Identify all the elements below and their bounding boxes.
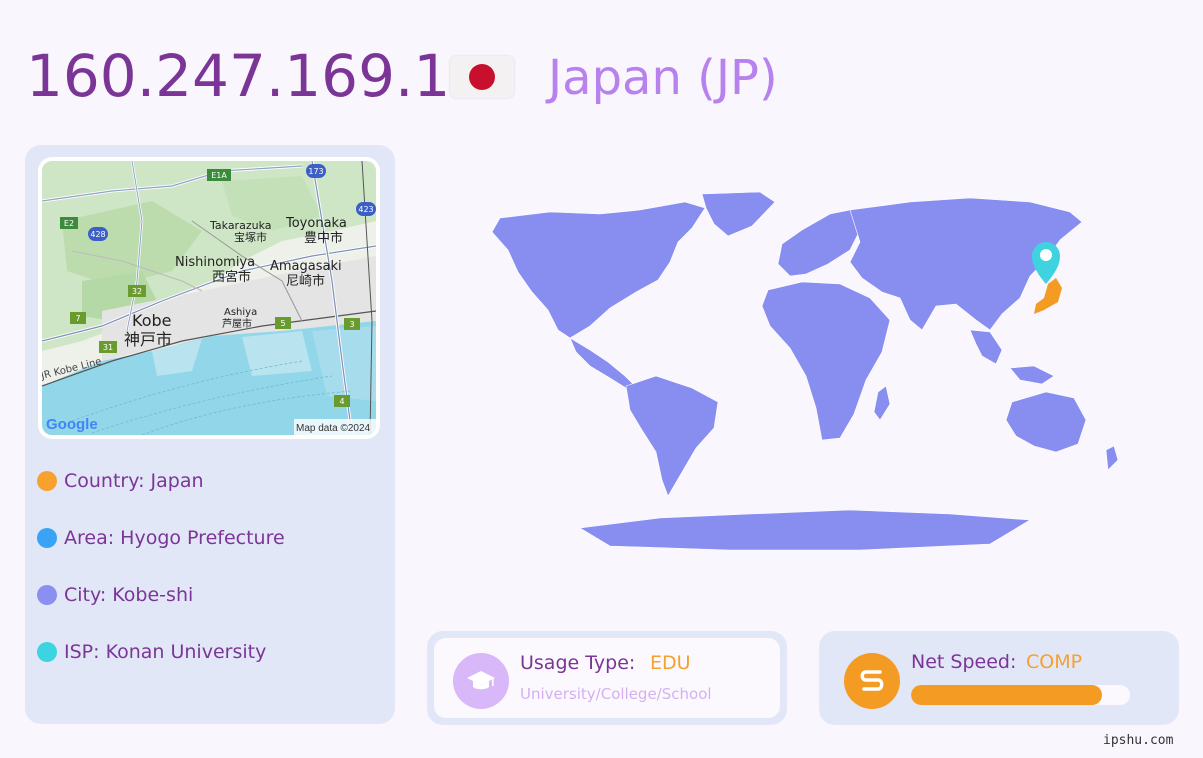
map-attribution: Map data ©2024 [296,423,371,434]
route-shield-3: 3 [349,320,354,329]
net-speed-card: Net Speed: COMP [819,631,1179,725]
net-speed-bar [911,685,1130,705]
net-speed-label: Net Speed: [911,651,1017,673]
route-shield-e1a: E1A [211,171,227,180]
map-label-ashiya: Ashiya [224,307,257,318]
map-label-amagasaki-jp: 尼崎市 [286,273,325,289]
map-label-nishinomiya-jp: 西宮市 [212,269,251,285]
map-label-kobe: Kobe [132,311,171,330]
isp-dot-icon [37,642,57,662]
world-map [430,180,1160,560]
info-country: Country: Japan [37,466,204,496]
info-country-label: Country: Japan [64,470,204,492]
map-pin-icon [1032,242,1060,284]
map-label-takarazuka-jp: 宝塚市 [234,230,267,244]
info-isp-label: ISP: Konan University [64,641,267,663]
route-shield-e2: E2 [64,219,74,228]
route-shield-31: 31 [103,343,113,352]
area-dot-icon [37,528,57,548]
net-speed-value: COMP [1026,651,1083,673]
map-label-nishinomiya: Nishinomiya [175,255,255,270]
ip-address: 160.247.169.1 [26,42,451,110]
info-area: Area: Hyogo Prefecture [37,523,285,553]
route-shield-428: 428 [90,230,105,239]
street-map[interactable]: E1A 173 E2 428 423 32 7 31 5 3 4 Takaraz… [42,161,376,435]
usage-type-value: EDU [650,652,691,674]
map-label-ashiya-jp: 芦屋市 [222,317,252,330]
usage-type-subtitle: University/College/School [520,685,712,703]
info-area-label: Area: Hyogo Prefecture [64,527,285,549]
country-title: Japan (JP) [548,50,778,106]
map-label-toyonaka: Toyonaka [285,216,347,231]
route-shield-423: 423 [358,205,373,214]
map-label-kobe-jp: 神戸市 [124,330,172,349]
route-shield-7: 7 [75,314,80,323]
japan-flag-icon [450,56,514,98]
map-label-toyonaka-jp: 豊中市 [304,230,343,246]
info-city-label: City: Kobe-shi [64,584,194,606]
map-frame: E1A 173 E2 428 423 32 7 31 5 3 4 Takaraz… [38,157,380,439]
map-label-amagasaki: Amagasaki [270,259,342,274]
route-shield-173: 173 [308,167,323,176]
city-dot-icon [37,585,57,605]
google-logo: Google [46,416,98,433]
speed-road-icon [844,653,900,709]
route-shield-5: 5 [280,319,285,328]
country-dot-icon [37,471,57,491]
site-footer[interactable]: ipshu.com [1103,733,1173,748]
net-speed-bar-fill [911,685,1102,705]
usage-type-label: Usage Type: [520,652,636,674]
usage-type-panel: Usage Type: EDU University/College/Schoo… [434,638,780,718]
info-city: City: Kobe-shi [37,580,193,610]
route-shield-4: 4 [339,397,344,406]
graduation-cap-icon [453,653,509,709]
usage-type-card: Usage Type: EDU University/College/Schoo… [427,631,787,725]
location-card: E1A 173 E2 428 423 32 7 31 5 3 4 Takaraz… [25,145,395,724]
route-shield-32: 32 [132,287,142,296]
info-isp: ISP: Konan University [37,637,266,667]
